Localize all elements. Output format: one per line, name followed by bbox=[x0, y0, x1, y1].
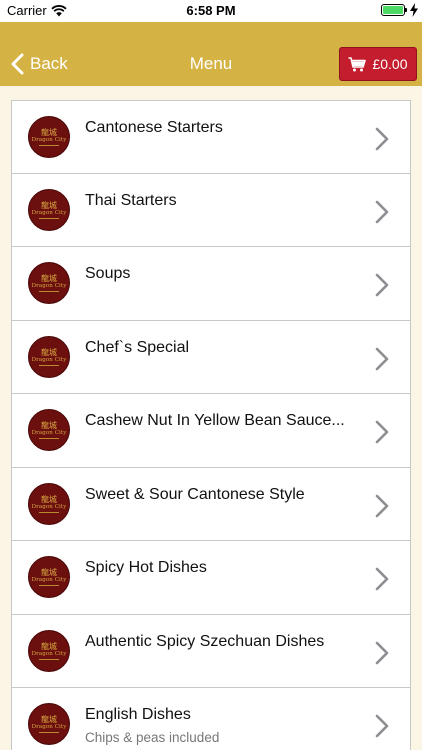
chevron-right-icon bbox=[375, 347, 389, 370]
menu-item-title: Soups bbox=[85, 265, 131, 282]
logo-name: Dragon City bbox=[31, 137, 67, 143]
menu-item-title: Chef`s Special bbox=[85, 338, 190, 356]
logo-glyph: 龍城 bbox=[41, 274, 57, 283]
battery-icon bbox=[381, 4, 407, 16]
menu-item-title: Thai Starters bbox=[85, 191, 177, 209]
charging-icon bbox=[410, 3, 418, 17]
logo-name: Dragon City bbox=[31, 503, 67, 510]
menu-category-item[interactable]: 龍城 Dragon City Spicy Hot Dishes bbox=[11, 541, 411, 615]
cart-button[interactable]: £0.00 bbox=[339, 47, 417, 81]
logo-glyph: 龍城 bbox=[41, 200, 57, 210]
restaurant-logo: 龍城 Dragon City bbox=[28, 188, 70, 231]
restaurant-logo: 龍城 Dragon City bbox=[28, 262, 70, 304]
logo-glyph: 龍城 bbox=[41, 128, 57, 137]
restaurant-logo: 龍城 Dragon City bbox=[28, 335, 70, 378]
menu-item-title: Sweet & Sour Cantonese Style bbox=[85, 485, 305, 503]
chevron-right-icon bbox=[375, 273, 389, 297]
logo-glyph: 龍城 bbox=[41, 715, 57, 724]
menu-category-item[interactable]: 龍城 Dragon City Soups bbox=[11, 247, 411, 321]
menu-category-item[interactable]: 龍城 Dragon City Thai Starters bbox=[11, 173, 411, 247]
cart-total: £0.00 bbox=[372, 56, 408, 72]
logo-name: Dragon City bbox=[31, 430, 67, 436]
restaurant-logo: 龍城 Dragon City bbox=[28, 482, 70, 525]
menu-category-item[interactable]: 龍城 Dragon City Cashew Nut In Yellow Bean S… bbox=[11, 394, 411, 468]
logo-glyph: 龍城 bbox=[41, 347, 57, 357]
logo-glyph: 龍城 bbox=[41, 494, 57, 504]
restaurant-logo: 龍城 Dragon City bbox=[28, 116, 70, 158]
menu-item-subtitle: Chips & peas included bbox=[85, 730, 220, 745]
logo-glyph: 龍城 bbox=[41, 641, 57, 651]
logo-name: Dragon City bbox=[31, 356, 67, 363]
chevron-right-icon bbox=[375, 567, 389, 591]
back-button[interactable]: Back bbox=[10, 53, 68, 75]
chevron-right-icon bbox=[375, 494, 389, 517]
logo-glyph: 龍城 bbox=[41, 568, 57, 577]
menu-category-item[interactable]: 龍城 Dragon City Cantonese Starters bbox=[11, 100, 411, 174]
menu-category-item[interactable]: 龍城 Dragon City Authentic Spicy Szechuan Di… bbox=[11, 614, 411, 688]
logo-glyph: 龍城 bbox=[41, 421, 57, 430]
logo-name: Dragon City bbox=[31, 283, 67, 289]
menu-category-list: 龍城 Dragon City Cantonese Starters 龍城 Dragon … bbox=[11, 100, 411, 750]
shopping-cart-icon bbox=[348, 56, 367, 71]
navigation-bar: Back Menu £0.00 bbox=[0, 22, 422, 86]
logo-name: Dragon City bbox=[31, 724, 67, 730]
restaurant-logo: 龍城 Dragon City bbox=[28, 556, 70, 598]
restaurant-logo: 龍城 Dragon City bbox=[28, 703, 70, 745]
menu-item-title: English Dishes bbox=[85, 706, 191, 723]
chevron-right-icon bbox=[375, 200, 389, 223]
menu-category-item[interactable]: 龍城 Dragon City Sweet & Sour Cantonese Styl… bbox=[11, 467, 411, 541]
status-bar: Carrier 6:58 PM bbox=[0, 0, 422, 22]
logo-name: Dragon City bbox=[31, 650, 67, 657]
chevron-right-icon bbox=[375, 420, 389, 444]
menu-item-title: Cashew Nut In Yellow Bean Sauce... bbox=[85, 412, 345, 429]
chevron-right-icon bbox=[375, 641, 389, 664]
chevron-right-icon bbox=[375, 127, 389, 151]
menu-item-title: Cantonese Starters bbox=[85, 119, 223, 136]
menu-item-title: Authentic Spicy Szechuan Dishes bbox=[85, 632, 325, 650]
back-label: Back bbox=[30, 54, 68, 73]
chevron-right-icon bbox=[375, 714, 389, 738]
menu-item-title: Spicy Hot Dishes bbox=[85, 559, 207, 576]
restaurant-logo: 龍城 Dragon City bbox=[28, 629, 70, 672]
menu-category-item[interactable]: 龍城 Dragon City Chef`s Special bbox=[11, 320, 411, 394]
restaurant-logo: 龍城 Dragon City bbox=[28, 409, 70, 451]
menu-category-item[interactable]: 龍城 Dragon City English Dishes Chips & peas … bbox=[11, 688, 411, 750]
status-time: 6:58 PM bbox=[186, 3, 236, 18]
logo-name: Dragon City bbox=[31, 577, 67, 583]
logo-name: Dragon City bbox=[31, 209, 67, 216]
chevron-left-icon bbox=[11, 53, 24, 75]
